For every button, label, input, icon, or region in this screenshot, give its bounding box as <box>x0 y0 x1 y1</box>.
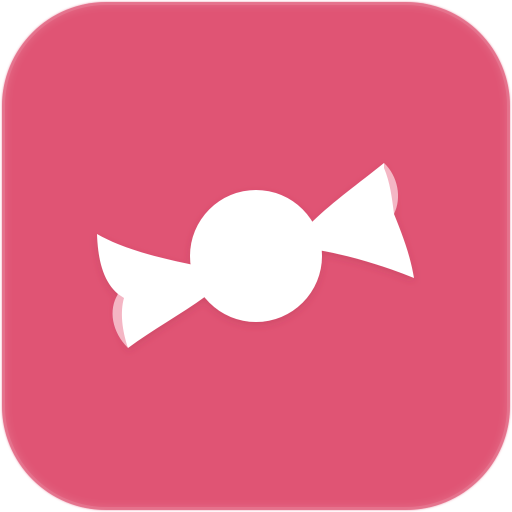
candy-icon <box>97 163 414 348</box>
candy-body <box>190 190 322 322</box>
candy-wrapper-left <box>97 234 206 348</box>
candy-wrapper-right <box>312 163 414 278</box>
